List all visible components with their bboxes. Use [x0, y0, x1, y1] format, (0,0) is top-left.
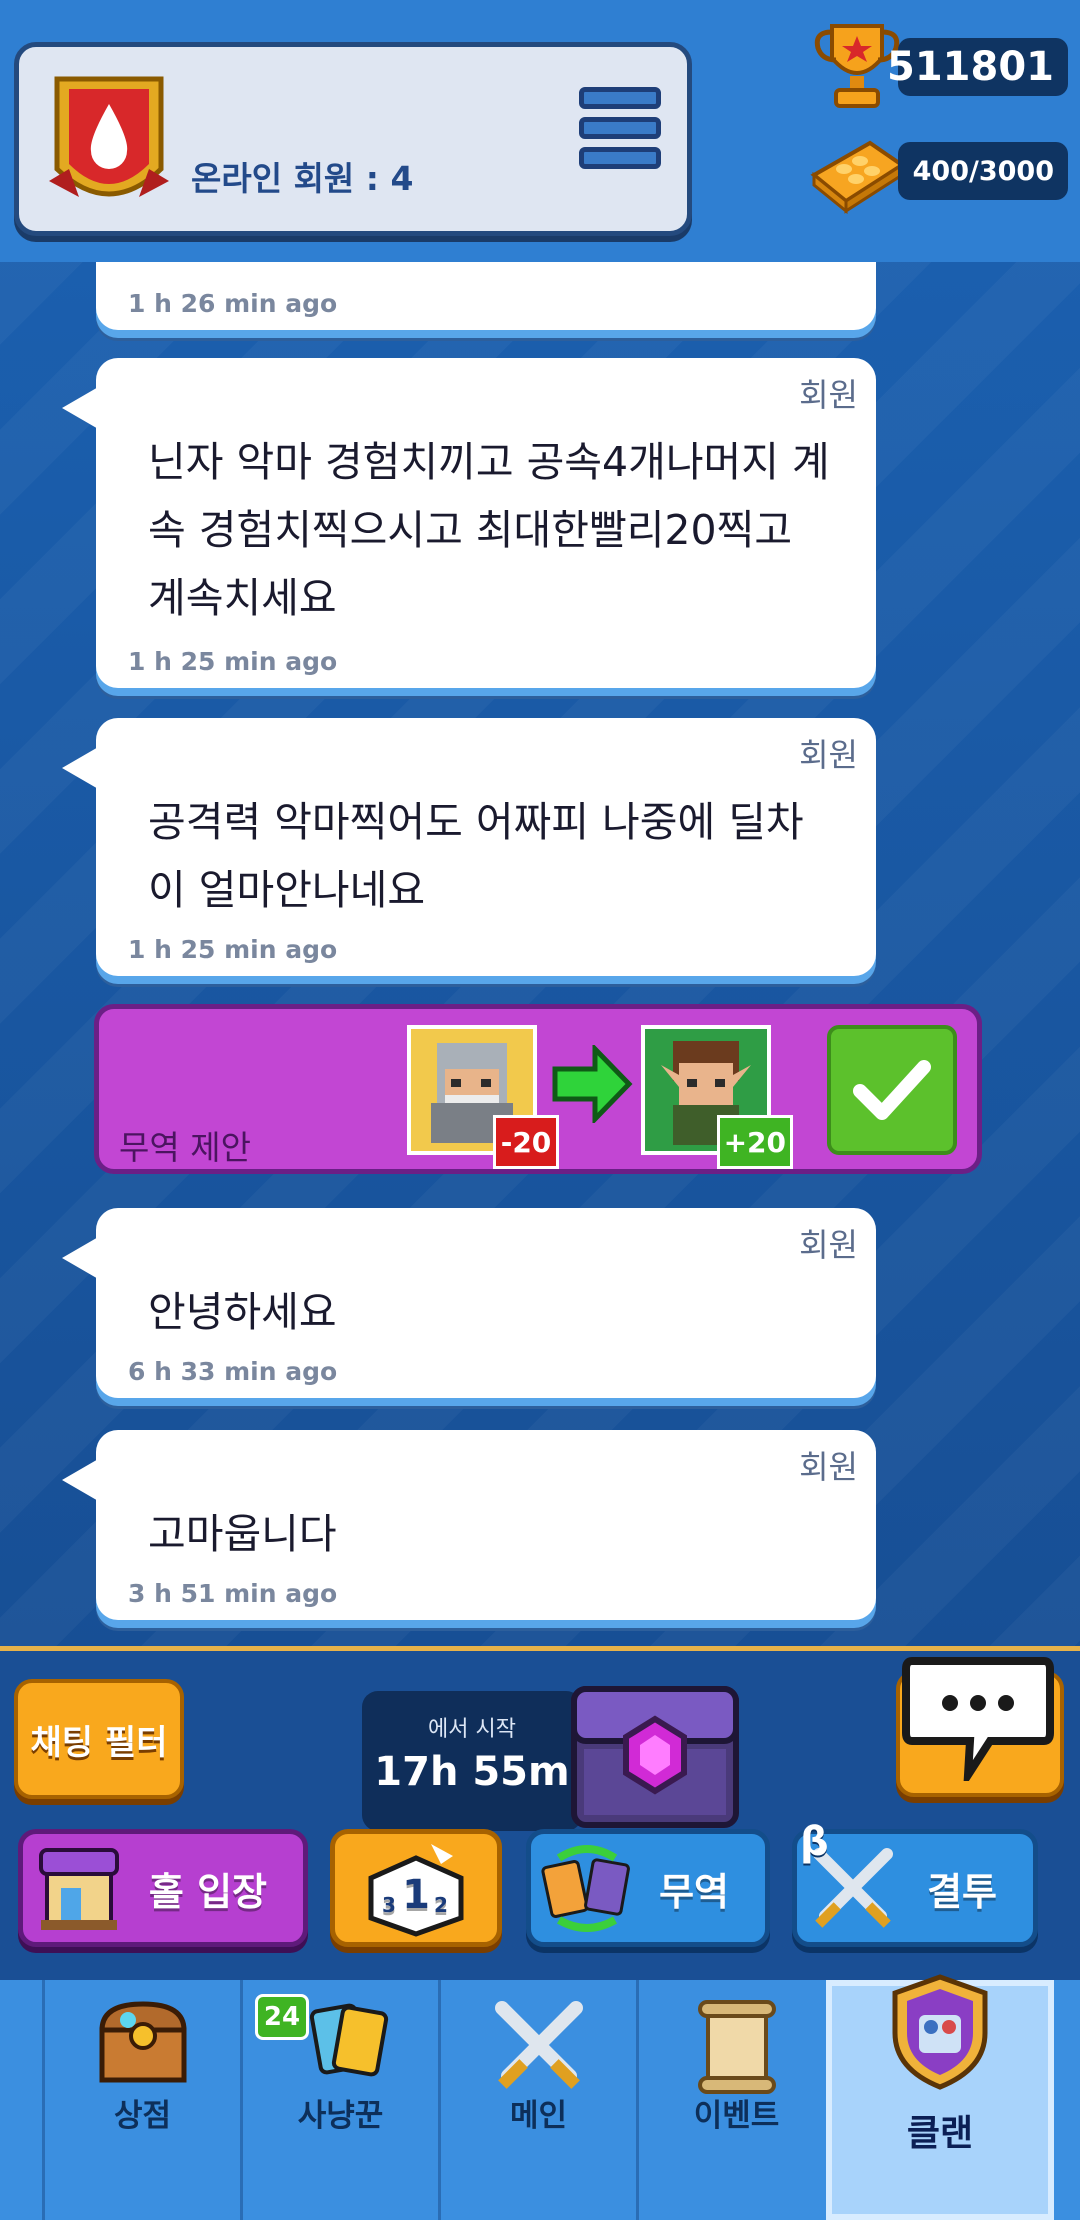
- message-text: 닌자 악마 경험치끼고 공속4개나머지 계속 경험치찍으시고 최대한빨리20찍고…: [148, 438, 830, 622]
- message-text: 안녕하세요: [148, 1288, 337, 1336]
- message-time: 1 h 25 min ago: [128, 935, 338, 964]
- clan-chest-icon[interactable]: [560, 1665, 750, 1835]
- message-author: 회원: [799, 736, 858, 774]
- ranking-podium-icon: 1 3 2: [368, 1844, 464, 1937]
- nav-label: 이벤트: [693, 2098, 780, 2134]
- svg-text:3: 3: [382, 1893, 396, 1917]
- arrow-right-icon: [552, 1045, 633, 1123]
- message-author: 회원: [799, 1448, 858, 1486]
- scroll-icon: [697, 2000, 776, 2094]
- nav-label: 메인: [509, 2098, 568, 2134]
- nav-label: 클랜: [906, 2113, 974, 2154]
- trade-cards-icon: [541, 1845, 630, 1932]
- trade-get-count: +20: [716, 1115, 793, 1169]
- message-text: 공격력 악마찍어도 어짜피 나중에 딜차이 얼마안나네요: [148, 798, 804, 914]
- chat-message: 회원 안녕하세요 6 h 33 min ago: [62, 1208, 876, 1398]
- message-author: 회원: [799, 376, 858, 414]
- beta-badge: β: [800, 1819, 829, 1865]
- nav-item-events[interactable]: 이벤트: [636, 1980, 834, 2220]
- capacity-count: 400/3000: [898, 142, 1068, 200]
- hunter-count-badge: 24: [255, 1994, 309, 2040]
- trade-offer: 무역 제안 -20 +20: [94, 1004, 982, 1174]
- chat-message: 1 h 26 min ago: [96, 262, 876, 330]
- check-icon: [853, 1060, 931, 1120]
- chat-message: 회원 고마웁니다 3 h 51 min ago: [62, 1430, 876, 1620]
- ranking-button[interactable]: 1 3 2: [330, 1829, 502, 1947]
- open-chat-button[interactable]: [896, 1657, 1064, 1797]
- nav-item-hunters[interactable]: 24 사냥꾼: [240, 1980, 438, 2220]
- trade-give-card[interactable]: -20: [407, 1025, 559, 1169]
- nav-item-main[interactable]: 메인: [438, 1980, 636, 2220]
- svg-text:1: 1: [402, 1872, 430, 1918]
- clan-action-bar: 채팅 필터 에서 시작 17h 55m 홀 입장 1 3 2 무역 결투 β: [0, 1646, 1080, 1985]
- speech-bubble-icon: [902, 1657, 1054, 1781]
- chat-message: 회원 공격력 악마찍어도 어짜피 나중에 딜차이 얼마안나네요 1 h 25 m…: [62, 718, 876, 976]
- svg-text:2: 2: [434, 1893, 448, 1917]
- message-time: 1 h 26 min ago: [128, 289, 338, 318]
- chest-timer: 에서 시작 17h 55m: [362, 1691, 582, 1831]
- trade-give-count: -20: [493, 1115, 559, 1169]
- chest-timer-label: 에서 시작: [428, 1717, 516, 1742]
- message-time: 6 h 33 min ago: [128, 1357, 338, 1386]
- trophy-count: 511801: [887, 38, 1068, 96]
- enter-hall-button[interactable]: 홀 입장: [18, 1829, 308, 1947]
- treasure-chest-icon: [98, 2001, 187, 2083]
- message-time: 1 h 25 min ago: [128, 647, 338, 676]
- clan-badge-icon: [49, 76, 169, 197]
- nav-label: 사냥꾼: [297, 2098, 384, 2134]
- chat-filter-button[interactable]: 채팅 필터: [14, 1679, 184, 1799]
- nav-item-shop[interactable]: 상점: [42, 1980, 240, 2220]
- trade-get-card[interactable]: +20: [641, 1025, 793, 1169]
- clan-shield-icon: [892, 1974, 988, 2090]
- duel-label: 결투: [927, 1869, 997, 1914]
- nav-label: 상점: [113, 2098, 172, 2134]
- trade-button[interactable]: 무역: [526, 1829, 770, 1947]
- chest-timer-value: 17h 55m: [374, 1749, 570, 1795]
- menu-icon[interactable]: [579, 87, 661, 187]
- online-members-label: 온라인 회원 : 4: [191, 159, 414, 198]
- clan-info-card[interactable]: 온라인 회원 : 4: [14, 42, 692, 236]
- enter-hall-label: 홀 입장: [148, 1869, 267, 1914]
- message-text: 고마웁니다: [148, 1510, 337, 1558]
- crossed-swords-icon: [494, 2001, 583, 2089]
- brick-icon: [810, 140, 906, 215]
- nav-item-clan[interactable]: 클랜: [826, 1974, 1054, 2220]
- bottom-navigation: 상점 24 사냥꾼 메인 이벤트 클랜: [0, 1974, 1080, 2220]
- trade-label: 무역: [659, 1869, 729, 1914]
- message-author: 회원: [799, 1226, 858, 1264]
- chat-message: 회원 닌자 악마 경험치끼고 공속4개나머지 계속 경험치찍으시고 최대한빨리2…: [62, 358, 876, 688]
- shop-stall-icon: [39, 1848, 119, 1930]
- accept-trade-button[interactable]: [827, 1025, 957, 1155]
- trade-offer-label: 무역 제안: [119, 1128, 251, 1167]
- top-bar: 온라인 회원 : 4 511801 400/3000: [0, 0, 1080, 262]
- message-time: 3 h 51 min ago: [128, 1579, 338, 1608]
